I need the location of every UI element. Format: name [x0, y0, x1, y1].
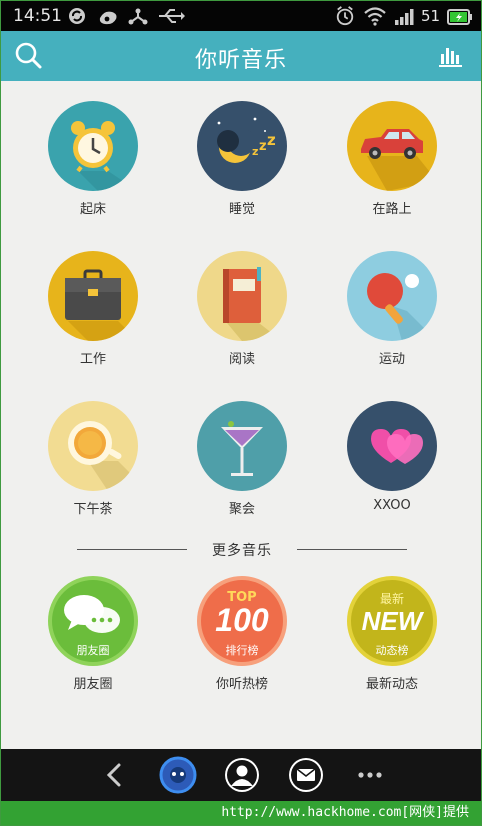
more-circle: 朋友圈	[48, 576, 138, 666]
scene-circle	[48, 101, 138, 191]
scene-circle	[48, 251, 138, 341]
scene-reading[interactable]: 阅读	[177, 251, 307, 381]
signal-icon	[395, 9, 414, 25]
new-icon: NEW	[361, 606, 423, 636]
teacup-icon	[68, 421, 138, 491]
wifi-icon	[364, 7, 386, 26]
music-disc-icon[interactable]	[158, 755, 198, 795]
more-label: 最新动态	[365, 677, 418, 692]
more-music-label: 更多音乐	[212, 543, 272, 559]
scene-label: 工作	[79, 352, 106, 367]
divider-line	[297, 549, 407, 550]
ping-pong-icon	[367, 273, 437, 341]
badge-text: 排行榜	[225, 644, 259, 657]
watermark: http://www.hackhome.com[网侠]提供	[1, 801, 481, 825]
more-icon[interactable]	[350, 755, 390, 795]
scene-label: 下午茶	[73, 502, 113, 517]
alarm-icon	[336, 6, 354, 26]
hearts-icon	[371, 429, 423, 464]
scene-party[interactable]: 聚会	[177, 401, 307, 531]
share-icon	[128, 8, 148, 25]
scene-work[interactable]: 工作	[28, 251, 158, 381]
scene-circle	[347, 101, 437, 191]
back-icon[interactable]	[95, 755, 135, 795]
more-hot-chart[interactable]: TOP 100 排行榜 你听热榜	[177, 576, 307, 706]
usb-icon	[159, 9, 185, 23]
sync-icon	[69, 8, 85, 24]
scene-wake-up[interactable]: 起床	[28, 101, 158, 231]
more-friends-circle[interactable]: 朋友圈 朋友圈	[28, 576, 158, 706]
equalizer-icon[interactable]	[433, 41, 469, 71]
alarm-clock-icon	[71, 121, 138, 191]
more-circle: TOP 100 排行榜	[197, 576, 287, 666]
bottom-nav	[1, 749, 481, 801]
scene-circle: z z z	[197, 101, 287, 191]
scene-label: 阅读	[228, 352, 255, 367]
scene-circle	[197, 251, 287, 341]
weibo-icon	[99, 11, 117, 25]
app-header: 你听音乐	[1, 31, 481, 81]
page-title: 你听音乐	[194, 48, 287, 73]
more-music-divider: 更多音乐	[77, 539, 407, 561]
car-icon	[361, 129, 437, 191]
scene-circle	[197, 401, 287, 491]
cocktail-icon	[221, 421, 263, 476]
battery-icon	[447, 9, 472, 25]
svg-text:z: z	[252, 145, 258, 158]
badge-text: 动态榜	[375, 644, 409, 657]
top-label: 最新	[379, 592, 404, 606]
more-circle: 最新 NEW 动态榜	[347, 576, 437, 666]
scene-circle	[48, 401, 138, 491]
book-icon	[223, 267, 282, 341]
scene-sleep[interactable]: z z z 睡觉	[177, 101, 307, 231]
scene-label: XXOO	[373, 498, 411, 513]
more-latest-news[interactable]: 最新 NEW 动态榜 最新动态	[327, 576, 457, 706]
status-time: 14:51	[13, 6, 62, 26]
divider-line	[77, 549, 187, 550]
badge-text: 朋友圈	[76, 644, 110, 657]
top100-icon: 100	[215, 602, 269, 638]
mail-icon[interactable]	[286, 755, 326, 795]
more-label: 朋友圈	[73, 677, 113, 692]
svg-text:z: z	[267, 131, 276, 149]
moon-sleep-icon: z z z	[217, 117, 276, 163]
scene-circle	[347, 251, 437, 341]
scene-on-the-road[interactable]: 在路上	[327, 101, 457, 231]
scene-xxoo[interactable]: XXOO	[327, 401, 457, 531]
svg-text:z: z	[259, 139, 267, 154]
scene-label: 睡觉	[228, 202, 255, 217]
profile-icon[interactable]	[222, 755, 262, 795]
scene-afternoon-tea[interactable]: 下午茶	[28, 401, 158, 531]
scene-label: 运动	[378, 352, 405, 367]
more-label: 你听热榜	[215, 677, 268, 692]
scene-sports[interactable]: 运动	[327, 251, 457, 381]
scene-label: 聚会	[228, 502, 255, 517]
scene-circle	[347, 401, 437, 491]
app-screen: 14:51 51 你听音乐 起床 z z z 睡觉 在路上 工作 阅读 运动 下…	[0, 0, 482, 826]
briefcase-icon	[65, 269, 138, 341]
battery-level: 51	[421, 7, 441, 25]
status-bar: 14:51 51	[1, 1, 481, 31]
scene-label: 在路上	[372, 202, 412, 217]
scene-label: 起床	[79, 202, 106, 217]
